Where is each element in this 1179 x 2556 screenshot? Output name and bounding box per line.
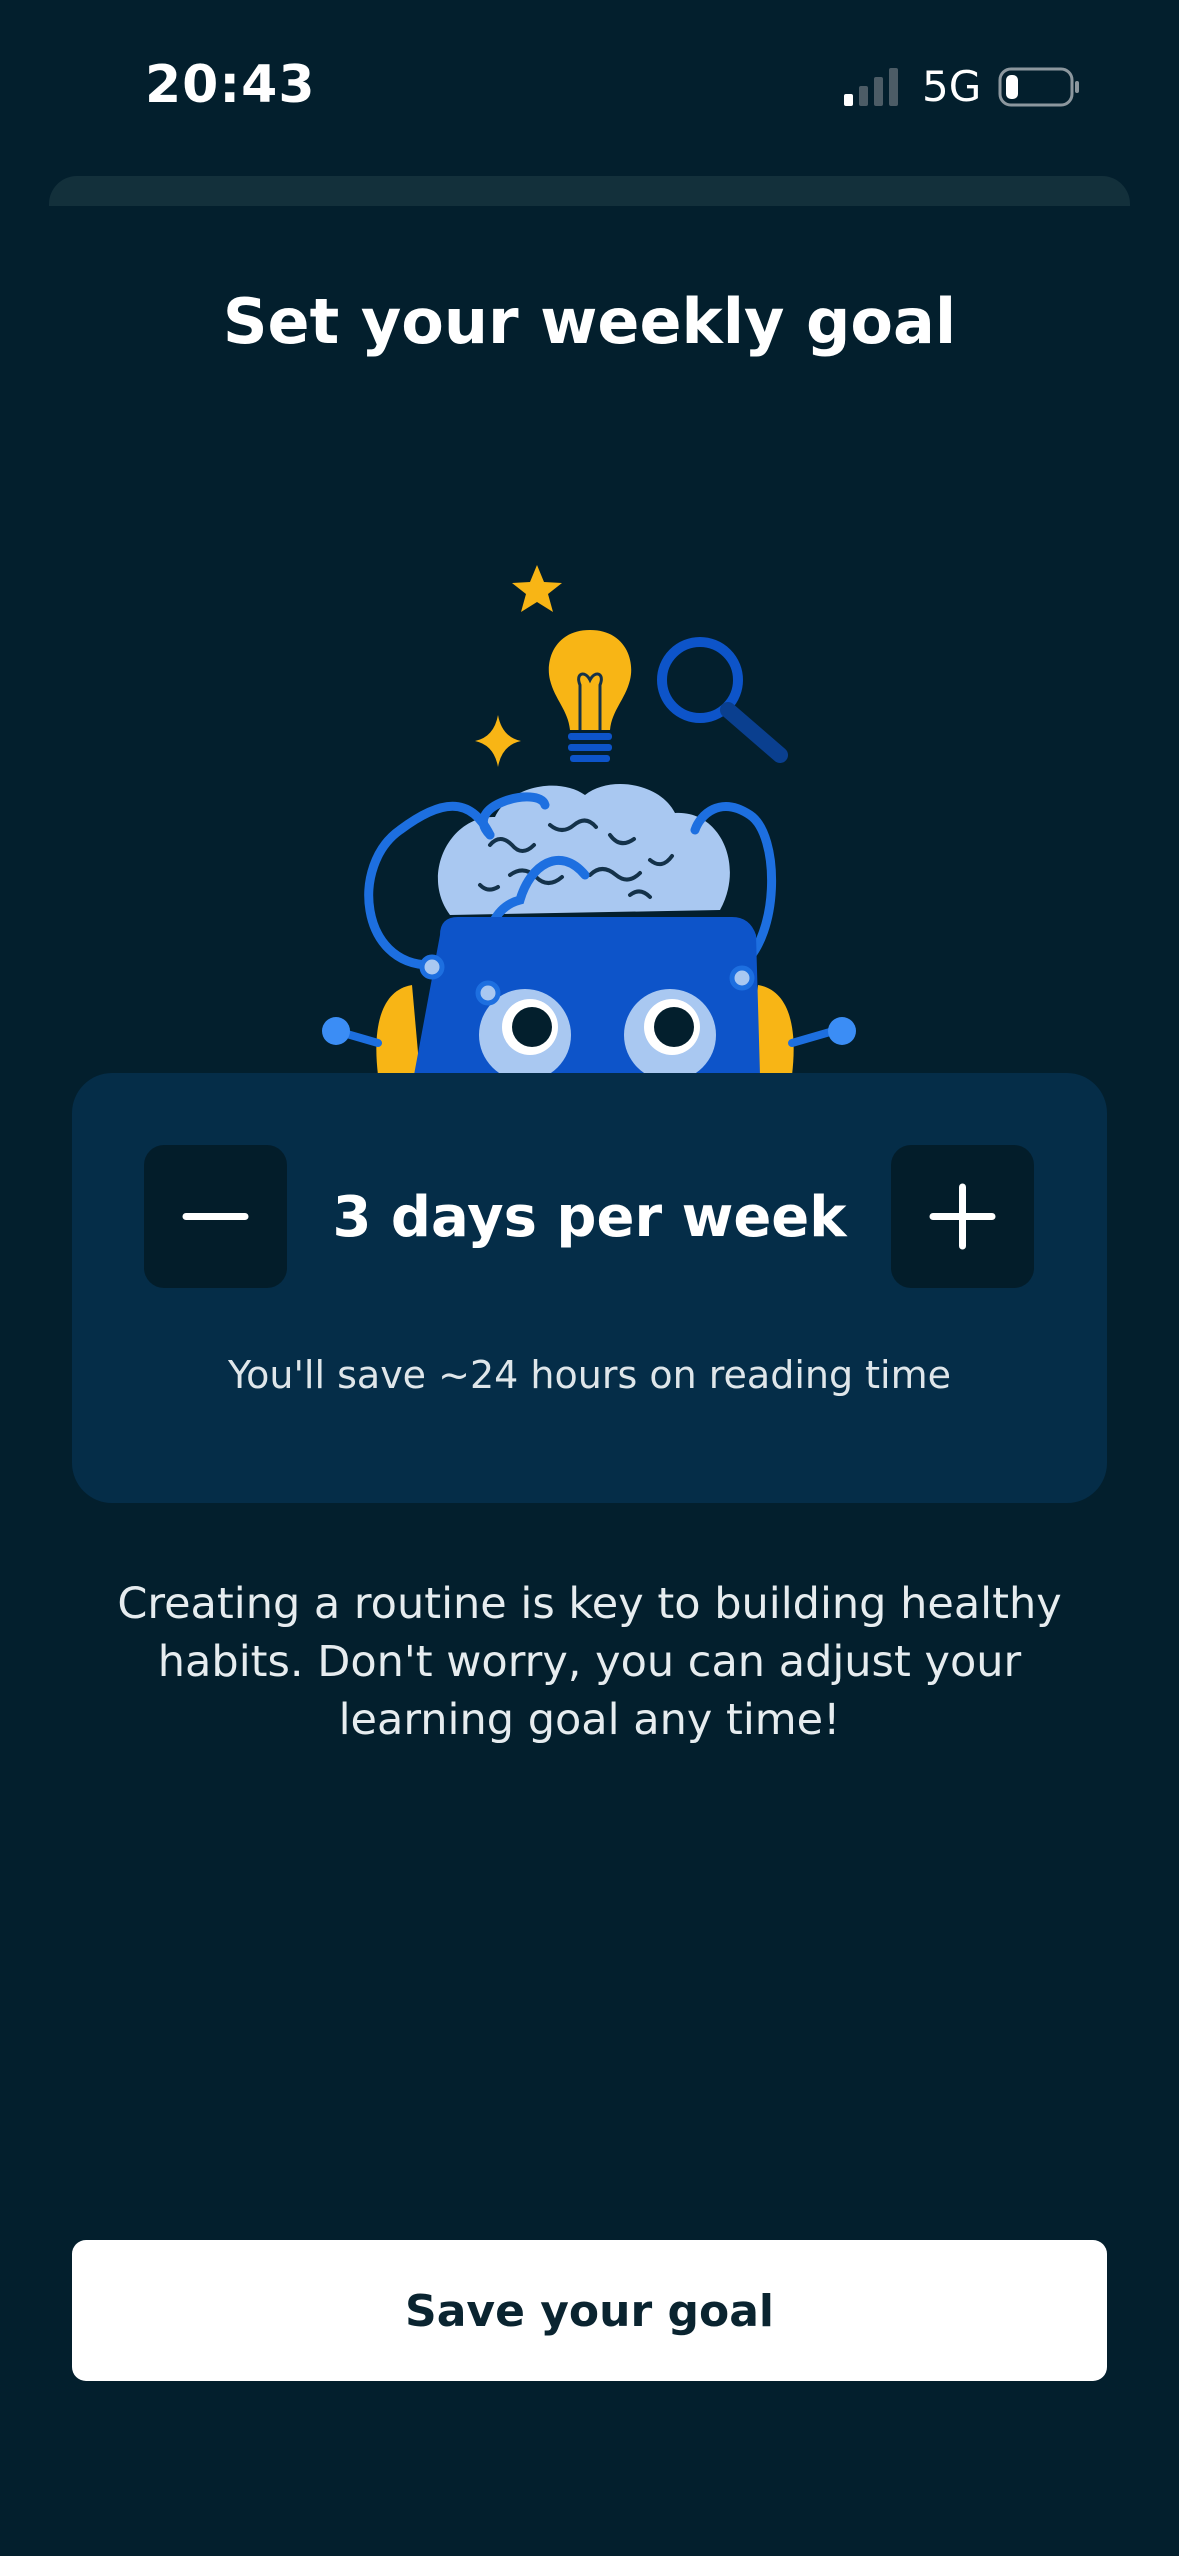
status-bar: 20:43 5G [0,0,1179,175]
goal-card: 3 days per week You'll save ~24 hours on… [72,1073,1107,1503]
status-time: 20:43 [145,55,316,115]
lightbulb-icon [548,630,632,762]
save-goal-button[interactable]: Save your goal [72,2240,1107,2381]
minus-icon [182,1213,249,1220]
star-icon [512,565,562,612]
description-text: Creating a routine is key to building he… [117,1579,1062,1745]
brain [437,783,730,915]
network-label: 5G [922,62,982,111]
sheet-top-edge [49,176,1130,206]
increase-days-button[interactable] [891,1145,1034,1288]
goal-value: 3 days per week [332,1185,847,1250]
robot-face [414,917,760,1075]
decrease-days-button[interactable] [144,1145,287,1288]
brain-robot-illustration [322,565,856,1075]
cellular-signal-icon [844,68,898,106]
magnifier-icon [657,637,788,763]
page-title: Set your weekly goal [222,285,957,358]
battery-low-icon [998,67,1079,107]
plus-icon [929,1183,996,1250]
sparkle-icon [475,715,521,767]
savings-text: You'll save ~24 hours on reading time [227,1353,952,1397]
